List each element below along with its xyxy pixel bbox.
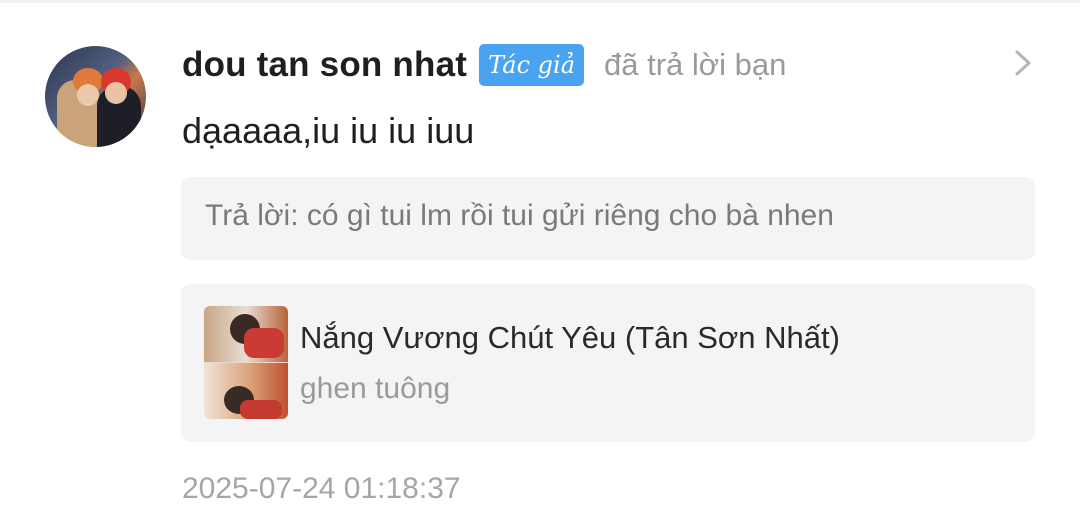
- username[interactable]: dou tan son nhat: [182, 45, 467, 85]
- author-badge: Tác giả: [479, 44, 584, 86]
- avatar[interactable]: [45, 46, 146, 147]
- song-card[interactable]: Nắng Vương Chút Yêu (Tân Sơn Nhất) ghen …: [181, 284, 1035, 442]
- avatar-face-left: [77, 84, 99, 106]
- quoted-reply[interactable]: Trả lời: có gì tui lm rồi tui gửi riêng …: [181, 177, 1035, 260]
- song-subtitle: ghen tuông: [300, 372, 451, 405]
- avatar-face-right: [105, 82, 127, 104]
- song-thumbnail: [204, 306, 288, 419]
- quoted-reply-text: Trả lời: có gì tui lm rồi tui gửi riêng …: [205, 199, 834, 232]
- reply-notification-card[interactable]: dou tan son nhat Tác giả đã trả lời bạn …: [0, 0, 1080, 528]
- song-title: Nắng Vương Chút Yêu (Tân Sơn Nhất): [300, 320, 840, 355]
- chevron-right-icon[interactable]: [1010, 48, 1036, 78]
- action-text: đã trả lời bạn: [604, 47, 787, 82]
- thumb-figure-b: [244, 328, 284, 358]
- timestamp: 2025-07-24 01:18:37: [182, 472, 461, 505]
- comment-text: dạaaaa,iu iu iu iuu: [182, 110, 475, 151]
- notification-header: dou tan son nhat Tác giả đã trả lời bạn: [182, 40, 786, 90]
- thumb-figure-d: [240, 400, 282, 419]
